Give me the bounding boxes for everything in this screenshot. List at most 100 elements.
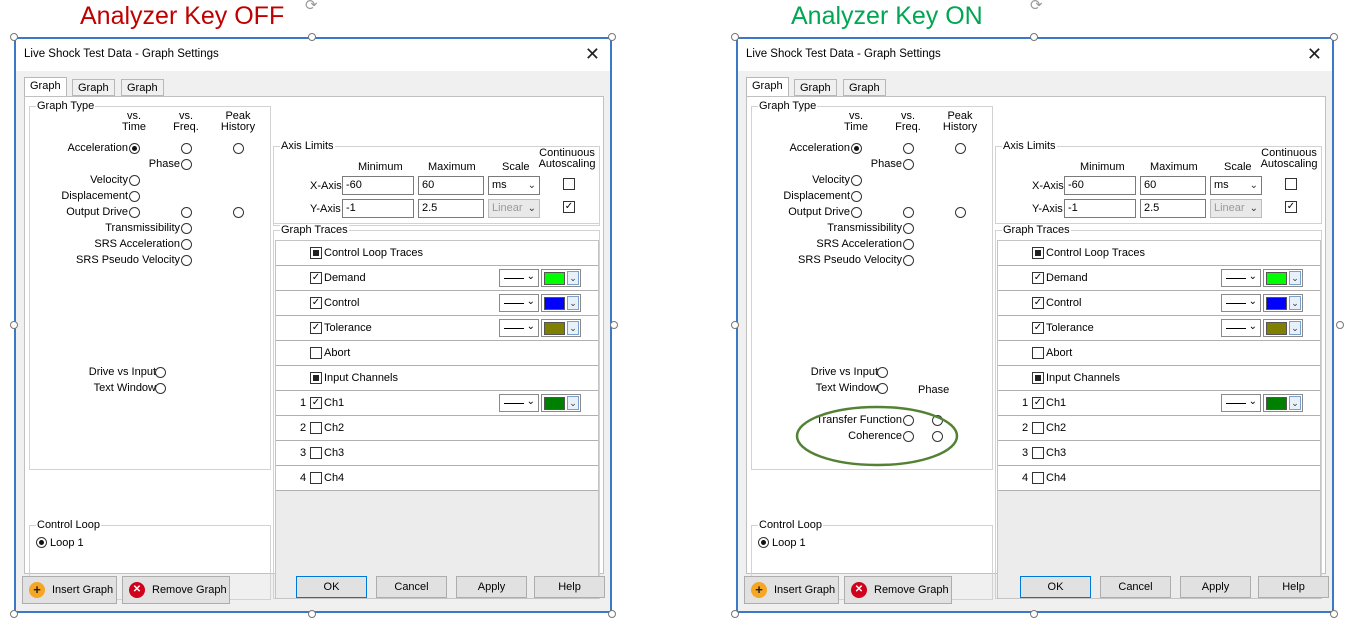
y-axis-autoscale-checkbox[interactable]: ✓ bbox=[1285, 201, 1297, 213]
srs-pseudo-velocity-radio[interactable] bbox=[181, 255, 192, 266]
ch1-line-style-select[interactable]: ⌄ bbox=[1221, 394, 1261, 412]
ok-button[interactable]: OK bbox=[1020, 576, 1091, 598]
help-button[interactable]: Help bbox=[1258, 576, 1329, 598]
tolerance-checkbox[interactable]: ✓ bbox=[310, 322, 322, 334]
transmissibility-radio[interactable] bbox=[903, 223, 914, 234]
velocity-time-radio[interactable] bbox=[851, 175, 862, 186]
control-color-picker[interactable]: ⌄ bbox=[1263, 294, 1303, 312]
loop-1-radio[interactable] bbox=[36, 537, 47, 548]
acceleration-freq-radio[interactable] bbox=[903, 143, 914, 154]
srs-pseudo-velocity-radio[interactable] bbox=[903, 255, 914, 266]
remove-graph-button[interactable]: ✕ Remove Graph bbox=[844, 576, 952, 604]
y-axis-maximum-input[interactable]: 2.5 bbox=[1140, 199, 1206, 218]
ch1-checkbox[interactable]: ✓ bbox=[1032, 397, 1044, 409]
ch1-color-picker[interactable]: ⌄ bbox=[541, 394, 581, 412]
control-line-style-select[interactable]: ⌄ bbox=[1221, 294, 1261, 312]
output-drive-time-radio[interactable] bbox=[851, 207, 862, 218]
demand-checkbox[interactable]: ✓ bbox=[1032, 272, 1044, 284]
ch3-checkbox[interactable] bbox=[310, 447, 322, 459]
x-axis-minimum-input[interactable]: -60 bbox=[1064, 176, 1136, 195]
tab-graph-2[interactable]: Graph 2 bbox=[72, 79, 115, 110]
apply-button[interactable]: Apply bbox=[456, 576, 527, 598]
y-axis-autoscale-checkbox[interactable]: ✓ bbox=[563, 201, 575, 213]
output-drive-freq-radio[interactable] bbox=[181, 207, 192, 218]
control-line-style-select[interactable]: ⌄ bbox=[499, 294, 539, 312]
x-axis-scale-select[interactable]: ms ⌄ bbox=[1210, 176, 1262, 195]
tab-graph-2[interactable]: Graph 2 bbox=[794, 79, 837, 110]
output-drive-time-radio[interactable] bbox=[129, 207, 140, 218]
y-axis-minimum-input[interactable]: -1 bbox=[342, 199, 414, 218]
drive-vs-input-radio[interactable] bbox=[155, 367, 166, 378]
ch4-checkbox[interactable] bbox=[1032, 472, 1044, 484]
control-loop-traces-checkbox[interactable] bbox=[310, 247, 322, 259]
demand-color-picker[interactable]: ⌄ bbox=[541, 269, 581, 287]
srs-acceleration-radio[interactable] bbox=[903, 239, 914, 250]
demand-line-style-select[interactable]: ⌄ bbox=[499, 269, 539, 287]
text-window-radio[interactable] bbox=[877, 383, 888, 394]
ch2-checkbox[interactable] bbox=[1032, 422, 1044, 434]
tab-graph-2[interactable]: Graph 3 bbox=[121, 79, 164, 110]
acceleration-time-radio[interactable] bbox=[129, 143, 140, 154]
acceleration-time-radio[interactable] bbox=[851, 143, 862, 154]
acceleration-peak-radio[interactable] bbox=[233, 143, 244, 154]
close-icon[interactable]: ✕ bbox=[1307, 44, 1322, 65]
displacement-time-radio[interactable] bbox=[851, 191, 862, 202]
output-drive-peak-radio[interactable] bbox=[955, 207, 966, 218]
y-axis-maximum-input[interactable]: 2.5 bbox=[418, 199, 484, 218]
output-drive-peak-radio[interactable] bbox=[233, 207, 244, 218]
help-button[interactable]: Help bbox=[534, 576, 605, 598]
input-channels-checkbox[interactable] bbox=[310, 372, 322, 384]
tolerance-line-style-select[interactable]: ⌄ bbox=[499, 319, 539, 337]
tolerance-line-style-select[interactable]: ⌄ bbox=[1221, 319, 1261, 337]
tab-graph-1[interactable]: Graph 1 bbox=[24, 77, 67, 108]
ch2-checkbox[interactable] bbox=[310, 422, 322, 434]
insert-graph-button[interactable]: + Insert Graph bbox=[22, 576, 117, 604]
velocity-time-radio[interactable] bbox=[129, 175, 140, 186]
ok-button[interactable]: OK bbox=[296, 576, 367, 598]
phase-freq-radio[interactable] bbox=[181, 159, 192, 170]
ch1-checkbox[interactable]: ✓ bbox=[310, 397, 322, 409]
abort-checkbox[interactable] bbox=[1032, 347, 1044, 359]
srs-acceleration-radio[interactable] bbox=[181, 239, 192, 250]
insert-graph-button[interactable]: + Insert Graph bbox=[744, 576, 839, 604]
phase-freq-radio[interactable] bbox=[903, 159, 914, 170]
loop-1-radio[interactable] bbox=[758, 537, 769, 548]
x-axis-maximum-input[interactable]: 60 bbox=[418, 176, 484, 195]
tolerance-checkbox[interactable]: ✓ bbox=[1032, 322, 1044, 334]
control-loop-traces-checkbox[interactable] bbox=[1032, 247, 1044, 259]
acceleration-freq-radio[interactable] bbox=[181, 143, 192, 154]
x-axis-minimum-input[interactable]: -60 bbox=[342, 176, 414, 195]
ch1-color-picker[interactable]: ⌄ bbox=[1263, 394, 1303, 412]
apply-button[interactable]: Apply bbox=[1180, 576, 1251, 598]
control-checkbox[interactable]: ✓ bbox=[310, 297, 322, 309]
close-icon[interactable]: ✕ bbox=[585, 44, 600, 65]
tolerance-color-picker[interactable]: ⌄ bbox=[541, 319, 581, 337]
ch3-checkbox[interactable] bbox=[1032, 447, 1044, 459]
remove-graph-button[interactable]: ✕ Remove Graph bbox=[122, 576, 230, 604]
acceleration-peak-radio[interactable] bbox=[955, 143, 966, 154]
tolerance-color-picker[interactable]: ⌄ bbox=[1263, 319, 1303, 337]
x-axis-scale-select[interactable]: ms ⌄ bbox=[488, 176, 540, 195]
x-axis-maximum-input[interactable]: 60 bbox=[1140, 176, 1206, 195]
ch1-line-style-select[interactable]: ⌄ bbox=[499, 394, 539, 412]
displacement-time-radio[interactable] bbox=[129, 191, 140, 202]
tab-graph-3[interactable]: Graph 3 bbox=[843, 79, 886, 110]
x-axis-autoscale-checkbox[interactable] bbox=[1285, 178, 1297, 190]
control-checkbox[interactable]: ✓ bbox=[1032, 297, 1044, 309]
y-axis-minimum-input[interactable]: -1 bbox=[1064, 199, 1136, 218]
demand-checkbox[interactable]: ✓ bbox=[310, 272, 322, 284]
cancel-button[interactable]: Cancel bbox=[376, 576, 447, 598]
cancel-button[interactable]: Cancel bbox=[1100, 576, 1171, 598]
text-window-radio[interactable] bbox=[155, 383, 166, 394]
transmissibility-radio[interactable] bbox=[181, 223, 192, 234]
output-drive-freq-radio[interactable] bbox=[903, 207, 914, 218]
input-channels-checkbox[interactable] bbox=[1032, 372, 1044, 384]
drive-vs-input-radio[interactable] bbox=[877, 367, 888, 378]
demand-color-picker[interactable]: ⌄ bbox=[1263, 269, 1303, 287]
ch4-checkbox[interactable] bbox=[310, 472, 322, 484]
demand-line-style-select[interactable]: ⌄ bbox=[1221, 269, 1261, 287]
x-axis-autoscale-checkbox[interactable] bbox=[563, 178, 575, 190]
abort-checkbox[interactable] bbox=[310, 347, 322, 359]
tab-graph-1[interactable]: Graph 1 bbox=[746, 77, 789, 108]
control-color-picker[interactable]: ⌄ bbox=[541, 294, 581, 312]
